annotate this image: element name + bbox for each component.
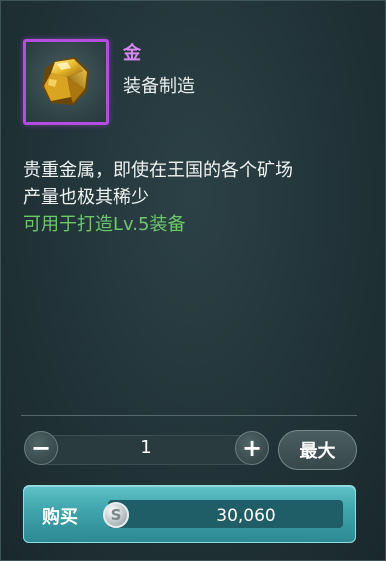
plus-icon: + — [241, 434, 263, 462]
quantity-stepper: − 1 + — [21, 429, 269, 469]
price-value: 30,060 — [216, 506, 276, 526]
gold-ore-icon — [42, 57, 89, 105]
item-icon-frame — [23, 39, 109, 125]
divider — [21, 415, 357, 416]
description-line-2: 产量也极其稀少 — [23, 187, 149, 208]
item-usage-text: 可用于打造Lv.5装备 — [23, 214, 186, 235]
quantity-value[interactable]: 1 — [131, 437, 161, 458]
item-name: 金 — [123, 43, 141, 64]
item-detail-panel: 金 装备制造 贵重金属，即使在王国的各个矿场 产量也极其稀少 可用于打造Lv.5… — [0, 0, 386, 561]
silver-coin-icon: S — [103, 502, 129, 528]
max-quantity-button[interactable]: 最大 — [278, 430, 357, 470]
buy-button[interactable]: 购买 S 30,060 — [23, 485, 356, 543]
description-line-1: 贵重金属，即使在王国的各个矿场 — [23, 160, 293, 181]
decrement-button[interactable]: − — [24, 431, 58, 465]
buy-label: 购买 — [42, 507, 78, 528]
increment-button[interactable]: + — [235, 431, 269, 465]
minus-icon: − — [30, 434, 52, 462]
item-category: 装备制造 — [123, 76, 195, 97]
item-description: 贵重金属，即使在王国的各个矿场 产量也极其稀少 — [23, 157, 368, 211]
